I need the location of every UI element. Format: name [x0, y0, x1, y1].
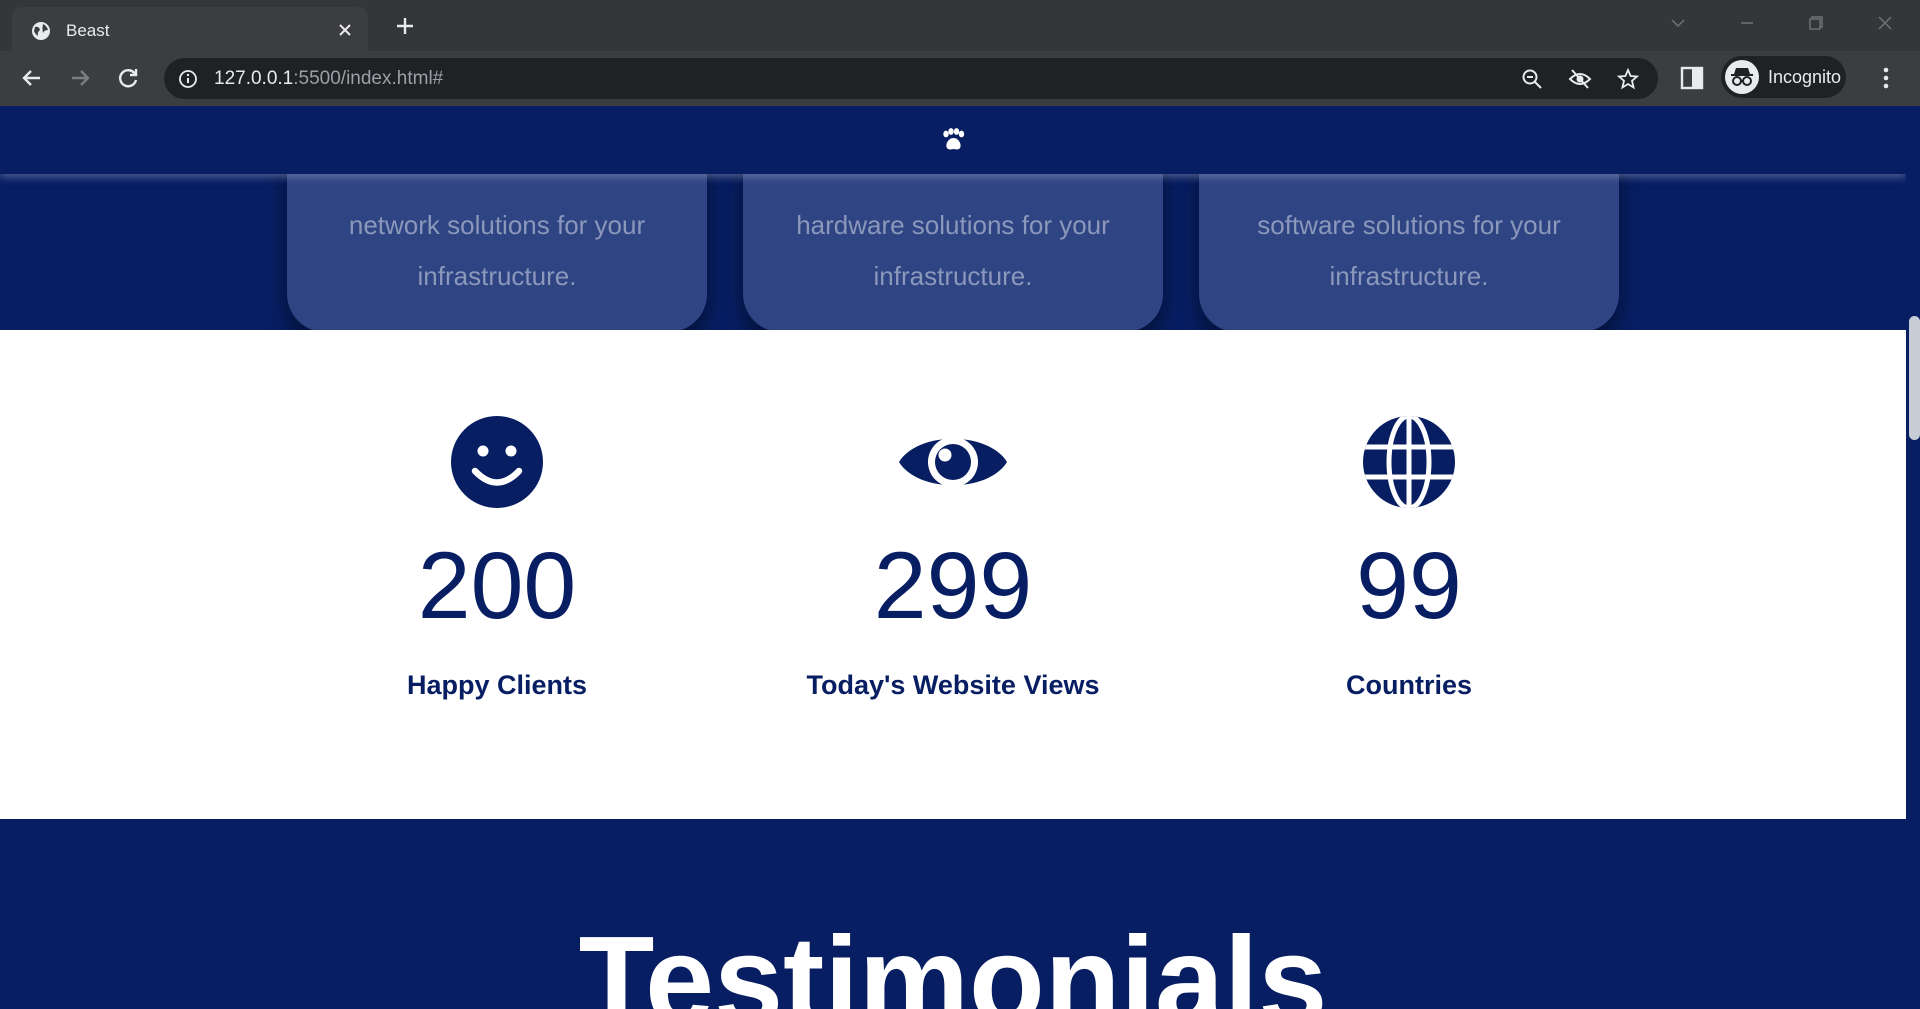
card-line: infrastructure.	[1329, 261, 1489, 291]
smiley-icon	[267, 415, 727, 509]
globe-favicon-icon	[32, 22, 50, 40]
stat-happy-clients: 200 Happy Clients	[267, 330, 727, 819]
card-line: infrastructure.	[417, 261, 577, 291]
tab-title: Beast	[66, 21, 110, 40]
zoom-out-icon[interactable]	[1520, 67, 1544, 91]
card-line: hardware solutions for your	[796, 210, 1110, 240]
incognito-icon	[1725, 60, 1759, 94]
stat-label: Happy Clients	[406, 670, 588, 700]
stat-number: 99	[1356, 533, 1462, 639]
card-line: infrastructure.	[873, 261, 1033, 291]
back-icon[interactable]	[18, 64, 46, 92]
scrollbar-track[interactable]	[1906, 106, 1920, 1009]
browser-tab-bar: Beast	[0, 0, 1920, 51]
new-tab-icon[interactable]	[392, 13, 418, 39]
site-info-icon[interactable]	[178, 69, 198, 89]
incognito-profile-button[interactable]: Incognito	[1721, 56, 1846, 98]
sticky-navbar	[0, 106, 1906, 174]
forward-icon[interactable]	[66, 64, 94, 92]
stat-number: 299	[873, 533, 1033, 639]
page-viewport: network solutions for your infrastructure…	[0, 106, 1920, 1009]
stat-website-views: 299 Today's Website Views	[723, 330, 1183, 819]
browser-tab[interactable]: Beast	[12, 7, 368, 51]
close-tab-icon[interactable]	[334, 19, 356, 41]
testimonials-section: Testimonials	[0, 819, 1906, 1009]
address-bar[interactable]: 127.0.0.1:5500/index.html#	[164, 58, 1658, 99]
eye-icon	[723, 415, 1183, 509]
card-line: software solutions for your	[1257, 210, 1561, 240]
scrollbar-thumb[interactable]	[1909, 316, 1920, 440]
card-line: network solutions for your	[348, 210, 646, 240]
stat-label: Today's Website Views	[806, 670, 1100, 700]
stat-number: 200	[417, 533, 577, 639]
service-card-text: hardware solutions for your infrastructur…	[743, 200, 1163, 302]
browser-toolbar: 127.0.0.1:5500/index.html# Incognito	[0, 51, 1920, 106]
close-window-icon[interactable]	[1861, 8, 1909, 38]
service-card-text: network solutions for your infrastructure…	[287, 200, 707, 302]
kebab-menu-icon[interactable]	[1874, 64, 1898, 92]
bookmark-star-icon[interactable]	[1616, 67, 1640, 91]
incognito-label: Incognito	[1768, 67, 1842, 87]
eye-slash-icon[interactable]	[1568, 67, 1592, 91]
url-host: 127.0.0.1	[214, 68, 294, 89]
restore-icon[interactable]	[1791, 8, 1839, 38]
side-panel-icon[interactable]	[1679, 65, 1705, 91]
url-path: :5500/index.html#	[293, 68, 444, 89]
testimonials-heading: Testimonials	[578, 912, 1328, 1009]
stat-countries: 99 Countries	[1179, 330, 1639, 819]
url-text: 127.0.0.1:5500/index.html#	[214, 68, 443, 90]
tab-search-icon[interactable]	[1654, 8, 1702, 38]
paw-icon[interactable]	[940, 128, 966, 152]
minimize-icon[interactable]	[1723, 8, 1771, 38]
reload-icon[interactable]	[114, 64, 142, 92]
service-card-text: software solutions for your infrastructur…	[1199, 200, 1619, 302]
stat-label: Countries	[1345, 670, 1472, 700]
globe-icon	[1179, 415, 1639, 509]
stats-section: 200 Happy Clients 299 Today's Website Vi…	[0, 330, 1906, 819]
